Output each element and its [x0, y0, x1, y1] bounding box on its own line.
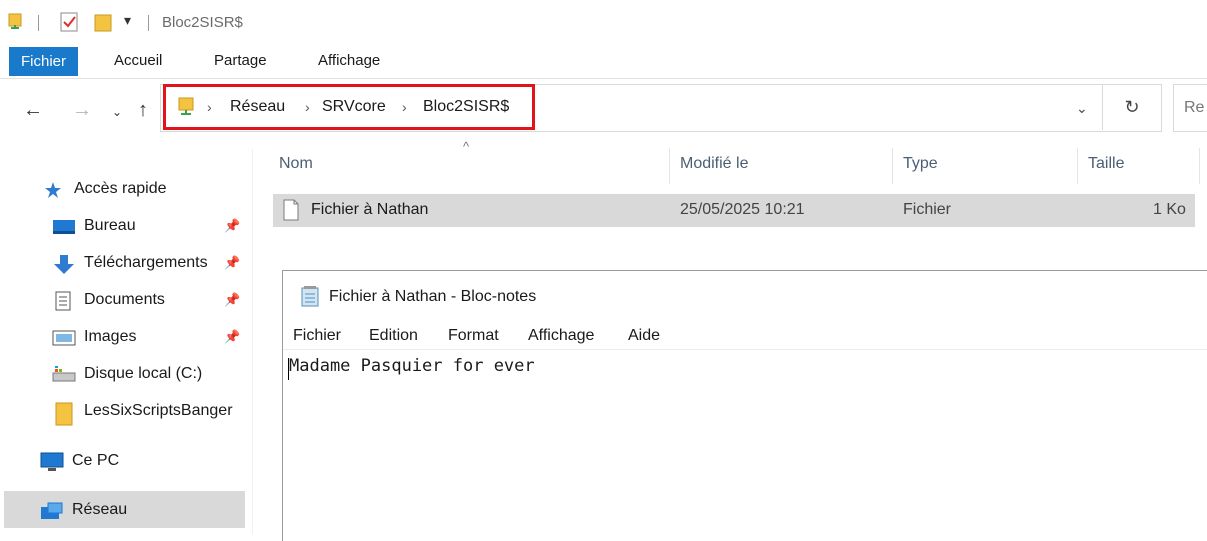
download-icon [52, 254, 76, 274]
back-arrow-icon[interactable]: ← [23, 99, 43, 122]
sidebar-item-label: Documents [84, 291, 165, 308]
pane-divider [252, 149, 253, 534]
tab-affichage[interactable]: Affichage [308, 44, 390, 78]
address-highlight-box [163, 84, 535, 130]
column-header-size[interactable]: Taille [1088, 155, 1124, 173]
refresh-icon[interactable]: ↻ [1102, 84, 1161, 130]
notepad-text-area[interactable]: Madame Pasquier for ever [289, 356, 535, 376]
sidebar-item-label: Disque local (C:) [84, 365, 203, 382]
sidebar-item-local-disk[interactable]: Disque local (C:) [52, 359, 202, 389]
tab-partage[interactable]: Partage [204, 44, 277, 78]
sidebar-item-reseau[interactable]: Réseau [40, 495, 127, 525]
sidebar-item-label: Accès rapide [74, 180, 167, 197]
pin-icon[interactable]: 📌 [224, 329, 240, 345]
search-input[interactable]: Re [1173, 84, 1207, 132]
sort-ascending-icon: ^ [463, 139, 470, 154]
menu-divider [283, 349, 1207, 350]
star-icon [44, 180, 66, 198]
sidebar-item-label: Réseau [72, 501, 128, 518]
title-separator [38, 15, 39, 31]
column-header-modified[interactable]: Modifié le [680, 155, 748, 173]
notepad-menu-format[interactable]: Format [448, 327, 499, 345]
column-divider[interactable] [669, 148, 670, 184]
column-header-name[interactable]: Nom [279, 155, 313, 173]
sidebar-item-this-pc[interactable]: Ce PC [40, 446, 119, 476]
file-modified: 25/05/2025 10:21 [680, 201, 805, 218]
documents-icon [52, 291, 76, 311]
sidebar-item-label: Ce PC [72, 452, 120, 469]
sidebar-item-folder[interactable]: LesSixScriptsBanger [52, 396, 233, 426]
new-folder-icon[interactable] [94, 12, 112, 32]
text-caret [288, 358, 289, 380]
column-divider[interactable] [1199, 148, 1200, 184]
notepad-icon [301, 285, 319, 307]
drive-icon [52, 365, 76, 383]
pin-icon[interactable]: 📌 [224, 255, 240, 271]
title-separator [148, 15, 149, 31]
sidebar-item-telechargements[interactable]: Téléchargements [52, 248, 208, 278]
notepad-title: Fichier à Nathan - Bloc-notes [329, 288, 537, 305]
sidebar-item-label: LesSixScriptsBanger [84, 402, 233, 419]
file-type: Fichier [903, 201, 952, 218]
sidebar-item-images[interactable]: Images [52, 322, 136, 352]
file-size: 1 Ko [1153, 201, 1186, 218]
ribbon-tabs: Fichier Accueil Partage Affichage [0, 44, 1207, 79]
notepad-menu-affichage[interactable]: Affichage [528, 327, 594, 345]
recent-locations-chevron-icon[interactable]: ⌄ [112, 105, 122, 119]
notepad-window: Fichier à Nathan - Bloc-notes Fichier Ed… [282, 270, 1207, 541]
folder-icon [52, 402, 76, 426]
sidebar-item-bureau[interactable]: Bureau [52, 211, 136, 241]
computer-icon [40, 452, 64, 471]
notepad-menu-aide[interactable]: Aide [628, 327, 660, 345]
sidebar-item-quick-access[interactable]: Accès rapide [40, 174, 167, 204]
sidebar-item-documents[interactable]: Documents [52, 285, 165, 315]
desktop-icon [52, 217, 76, 235]
properties-icon[interactable] [60, 12, 78, 32]
notepad-menu-edition[interactable]: Edition [369, 327, 418, 345]
sidebar-item-label: Téléchargements [84, 254, 208, 271]
file-name[interactable]: Fichier à Nathan [311, 201, 428, 219]
network-icon [40, 501, 64, 519]
forward-arrow-icon[interactable]: → [72, 99, 92, 122]
file-icon [283, 199, 299, 221]
sidebar-item-label: Bureau [84, 217, 136, 234]
sidebar-item-label: Images [84, 328, 137, 345]
pin-icon[interactable]: 📌 [224, 218, 240, 234]
column-divider[interactable] [892, 148, 893, 184]
notepad-menu-fichier[interactable]: Fichier [293, 327, 341, 345]
tab-accueil[interactable]: Accueil [104, 44, 172, 78]
window-title: Bloc2SISR$ [162, 14, 243, 31]
network-folder-icon [8, 13, 22, 31]
pictures-icon [52, 328, 76, 346]
up-arrow-icon[interactable]: ↑ [138, 99, 148, 122]
pin-icon[interactable]: 📌 [224, 292, 240, 308]
tab-fichier[interactable]: Fichier [9, 47, 79, 76]
column-header-type[interactable]: Type [903, 155, 938, 173]
address-history-chevron-icon[interactable]: ⌄ [1076, 100, 1088, 117]
customize-toolbar-icon[interactable]: ▾ [124, 12, 131, 29]
column-divider[interactable] [1077, 148, 1078, 184]
title-bar: ▾ Bloc2SISR$ [0, 0, 1207, 44]
